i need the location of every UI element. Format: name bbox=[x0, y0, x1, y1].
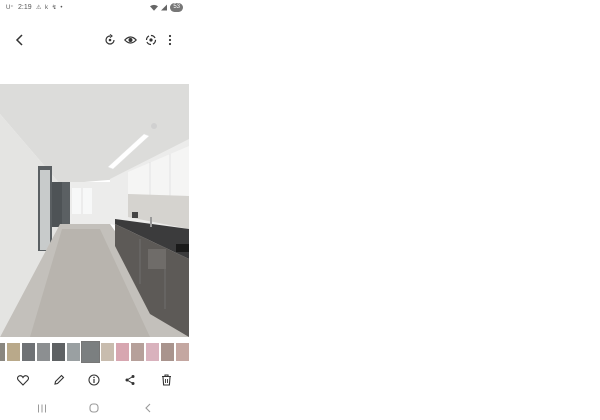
thumbnail[interactable] bbox=[146, 343, 159, 361]
thumbnail-strip bbox=[0, 341, 189, 363]
thumbnail[interactable] bbox=[81, 341, 100, 363]
thumbnail[interactable] bbox=[116, 343, 129, 361]
thumbnail[interactable] bbox=[161, 343, 174, 361]
back-nav-icon[interactable] bbox=[140, 401, 156, 415]
kitchen-hallway-photo[interactable] bbox=[0, 84, 189, 337]
status-carrier: U⁺ bbox=[6, 5, 14, 11]
share-icon[interactable] bbox=[122, 372, 138, 388]
status-time: 2:19 bbox=[18, 4, 32, 11]
status-notification-icons: ⚠ k ↯ • bbox=[36, 5, 64, 11]
top-toolbar bbox=[0, 26, 189, 52]
trash-icon[interactable] bbox=[158, 372, 174, 388]
system-nav-bar bbox=[0, 398, 189, 418]
thumbnail[interactable] bbox=[176, 343, 189, 361]
back-arrow-icon[interactable] bbox=[12, 32, 28, 48]
heart-icon[interactable] bbox=[15, 372, 31, 388]
thumbnail[interactable] bbox=[67, 343, 80, 361]
remaster-icon[interactable] bbox=[102, 32, 118, 48]
wifi-icon bbox=[150, 4, 159, 11]
battery-badge: 53 bbox=[170, 3, 183, 12]
status-bar: U⁺ 2:19 ⚠ k ↯ • 53 bbox=[0, 0, 189, 16]
action-bar bbox=[0, 370, 189, 392]
info-icon[interactable] bbox=[86, 372, 102, 388]
thumbnail[interactable] bbox=[131, 343, 144, 361]
edit-pencil-icon[interactable] bbox=[51, 372, 67, 388]
more-vert-icon[interactable] bbox=[162, 32, 178, 48]
thumbnail[interactable] bbox=[101, 343, 114, 361]
eye-icon[interactable] bbox=[122, 32, 138, 48]
recent-apps-icon[interactable] bbox=[34, 401, 50, 415]
thumbnail[interactable] bbox=[0, 343, 5, 361]
thumbnail[interactable] bbox=[37, 343, 50, 361]
shape-icon[interactable] bbox=[143, 32, 159, 48]
home-icon[interactable] bbox=[86, 401, 102, 415]
status-right-icons: 53 bbox=[150, 3, 183, 12]
thumbnail[interactable] bbox=[52, 343, 65, 361]
signal-icon bbox=[161, 4, 168, 11]
gallery-viewer: U⁺ 2:19 ⚠ k ↯ • 53 bbox=[0, 0, 189, 420]
thumbnail[interactable] bbox=[7, 343, 20, 361]
thumbnail[interactable] bbox=[22, 343, 35, 361]
